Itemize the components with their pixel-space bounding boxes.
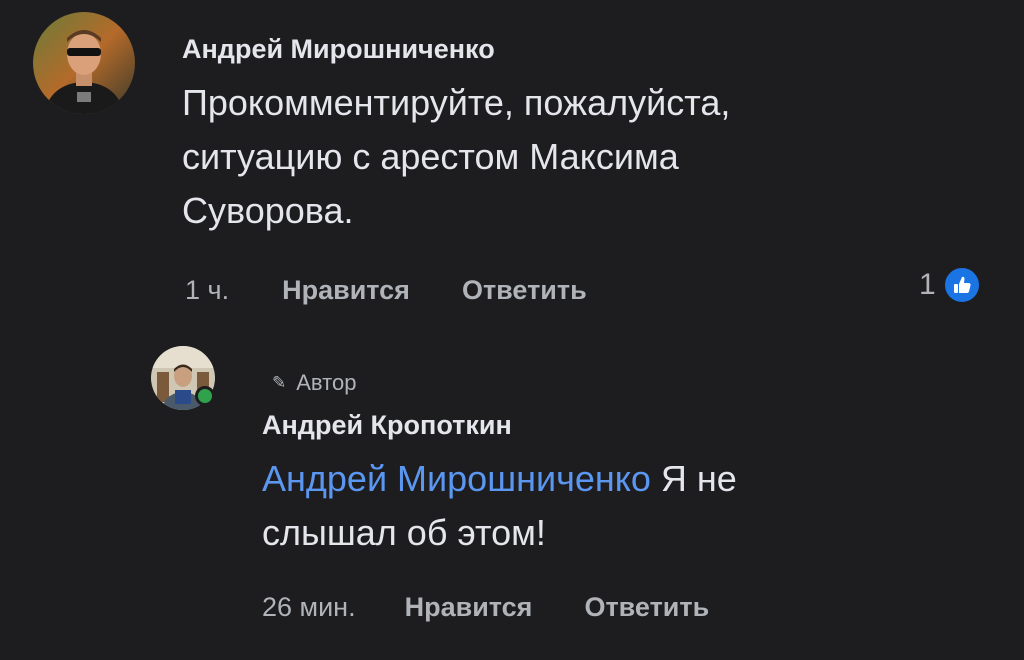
reply-button[interactable]: Ответить [462,275,587,306]
reply-actions: 26 мин. Нравится Ответить [262,592,709,623]
reaction-count: 1 [919,268,936,301]
reply-like-button[interactable]: Нравится [405,592,533,623]
author-badge: ✎ Автор [272,370,356,396]
comment-author-avatar[interactable] [33,12,135,114]
reaction-summary[interactable]: 1 [919,265,982,305]
comment-author-name[interactable]: Андрей Мирошниченко [182,34,495,65]
thumbs-up-icon [941,265,982,305]
like-button[interactable]: Нравится [282,275,410,306]
online-status-indicator [195,386,215,406]
pencil-icon: ✎ [272,373,287,392]
comment-text: Прокомментируйте, пожалуйста, ситуацию с… [182,82,731,231]
reply-reply-button[interactable]: Ответить [584,592,709,623]
comment-timestamp[interactable]: 1 ч. [185,275,229,306]
comment-actions: 1 ч. Нравится Ответить [185,275,587,306]
reply-timestamp[interactable]: 26 мин. [262,592,356,623]
mention-link[interactable]: Андрей Мирошниченко [262,458,651,499]
reply-text: Андрей Мирошниченко Я не слышал об этом! [262,452,862,560]
author-badge-label: Автор [296,370,357,395]
reply-author-name[interactable]: Андрей Кропоткин [262,410,512,441]
